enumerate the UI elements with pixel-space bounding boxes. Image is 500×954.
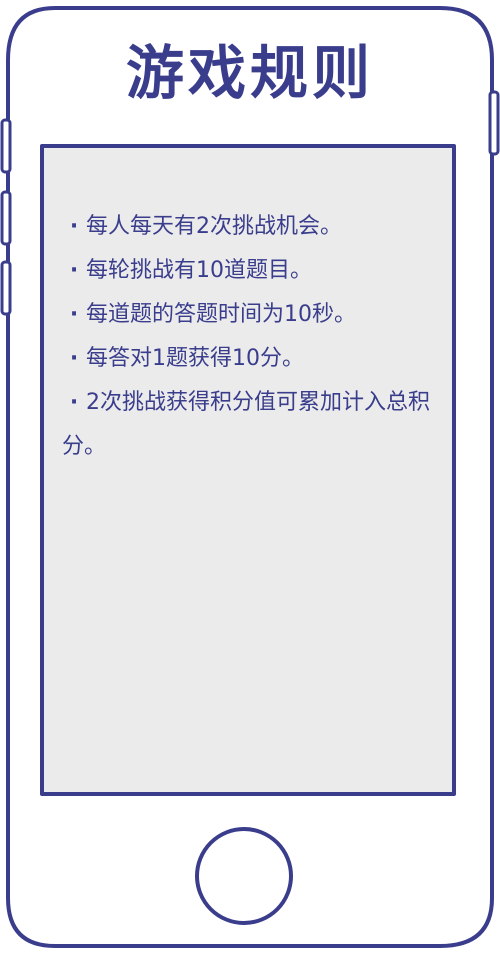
bullet-icon: · <box>69 214 79 239</box>
volume-down-button <box>0 190 12 246</box>
rule-text: 每轮挑战有10道题目。 <box>86 258 312 283</box>
rules-list: · 每人每天有2次挑战机会。 · 每轮挑战有10道题目。 · 每道题的答题时间为10秒… <box>62 205 442 469</box>
rule-text: 2次挑战获得积分值可累加计入总积分。 <box>62 390 430 459</box>
bullet-icon: · <box>69 302 79 327</box>
rule-item: · 每轮挑战有10道题目。 <box>62 249 442 293</box>
volume-up-button <box>0 118 12 174</box>
rule-item: · 每人每天有2次挑战机会。 <box>62 205 442 249</box>
rule-item: · 每道题的答题时间为10秒。 <box>62 293 442 337</box>
rule-text: 每道题的答题时间为10秒。 <box>86 302 356 327</box>
bullet-icon: · <box>69 390 79 415</box>
mute-switch <box>0 260 12 316</box>
circle-home-button-icon[interactable] <box>195 827 293 925</box>
rule-item: · 每答对1题获得10分。 <box>62 337 442 381</box>
rule-item: · 2次挑战获得积分值可累加计入总积分。 <box>62 381 442 469</box>
rule-text: 每人每天有2次挑战机会。 <box>86 214 342 239</box>
rule-text: 每答对1题获得10分。 <box>86 346 304 371</box>
page-title: 游戏规则 <box>125 39 374 107</box>
bullet-icon: · <box>69 258 79 283</box>
bullet-icon: · <box>69 346 79 371</box>
